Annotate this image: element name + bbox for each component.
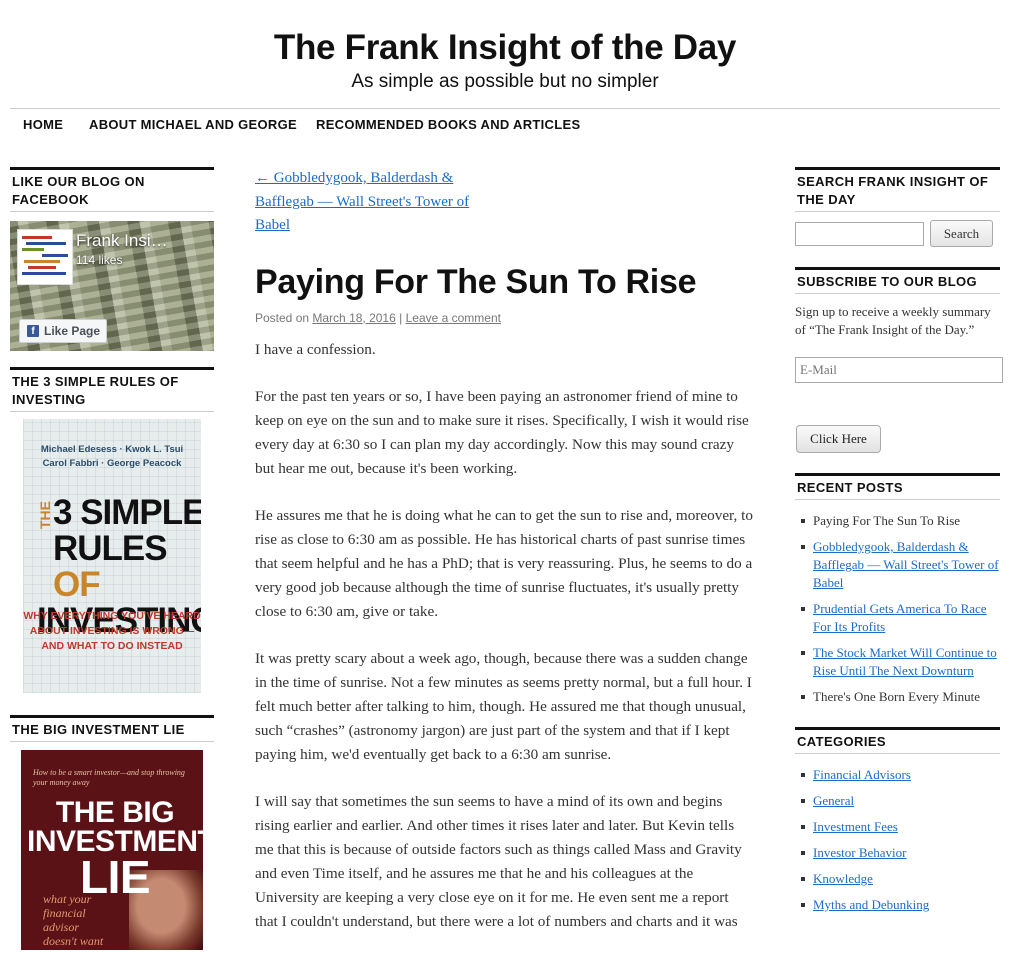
categories-widget: CATEGORIES Financial Advisors General In… <box>795 727 1000 922</box>
cover-subtitle: WHY EVERYTHING YOU'VE HEARD ABOUT INVEST… <box>23 610 201 652</box>
facebook-widget-title: LIKE OUR BLOG ON FACEBOOK <box>10 167 214 212</box>
categories-title: CATEGORIES <box>795 727 1000 754</box>
previous-post-link[interactable]: ← Gobbledygook, Balderdash & Bafflegab —… <box>255 167 485 238</box>
subscribe-description: Sign up to receive a weekly summary of “… <box>795 304 991 337</box>
recent-post-item[interactable]: Paying For The Sun To Rise <box>795 512 1000 530</box>
nav-item-home[interactable]: HOME <box>23 117 63 132</box>
facebook-icon: f <box>27 325 39 337</box>
post-paragraph: I have a confession. <box>255 340 376 358</box>
recent-post-item[interactable]: There's One Born Every Minute <box>795 688 1000 706</box>
cover-the: THE <box>37 501 53 529</box>
category-item[interactable]: Myths and Debunking <box>795 896 1000 914</box>
post-paragraph: For the past ten years or so, I have bee… <box>255 387 749 477</box>
recent-post-item[interactable]: Gobbledygook, Balderdash & Bafflegab — W… <box>795 538 1000 592</box>
search-input[interactable] <box>795 222 924 246</box>
recent-posts-title: RECENT POSTS <box>795 473 1000 500</box>
book-widget-title: THE 3 SIMPLE RULES OF INVESTING <box>10 367 214 412</box>
facebook-widget: LIKE OUR BLOG ON FACEBOOK Frank Insi… 11… <box>10 167 214 351</box>
site-title[interactable]: The Frank Insight of the Day <box>0 28 1010 68</box>
category-item[interactable]: Investment Fees <box>795 818 1000 836</box>
email-field[interactable] <box>795 357 1003 383</box>
subscribe-widget-title: SUBSCRIBE TO OUR BLOG <box>795 267 1000 294</box>
book-widget-title: THE BIG INVESTMENT LIE <box>10 715 214 742</box>
post-article: ← Gobbledygook, Balderdash & Bafflegab —… <box>255 167 755 957</box>
search-widget-title: SEARCH FRANK INSIGHT OF THE DAY <box>795 167 1000 212</box>
facebook-page-thumbnail[interactable] <box>17 229 73 285</box>
like-page-label: Like Page <box>44 324 101 338</box>
category-item[interactable]: Knowledge <box>795 870 1000 888</box>
categories-list: Financial Advisors General Investment Fe… <box>795 766 1000 914</box>
search-widget: SEARCH FRANK INSIGHT OF THE DAY <box>795 167 1000 212</box>
cover-subtitle: what your financial advisor doesn't want… <box>43 892 104 950</box>
subscribe-widget: SUBSCRIBE TO OUR BLOG Sign up to receive… <box>795 267 1000 339</box>
recent-posts-list: Paying For The Sun To Rise Gobbledygook,… <box>795 512 1000 706</box>
book-widget-3-simple-rules: THE 3 SIMPLE RULES OF INVESTING Michael … <box>10 367 214 693</box>
book-cover-big-investment-lie[interactable]: How to be a smart investor—and stop thro… <box>21 750 203 950</box>
facebook-page-name[interactable]: Frank Insi… <box>76 231 168 251</box>
post-paragraph: I will say that sometimes the sun seems … <box>255 792 742 930</box>
nav-item-recommended-books[interactable]: RECOMMENDED BOOKS AND ARTICLES <box>316 117 580 132</box>
category-item[interactable]: Financial Advisors <box>795 766 1000 784</box>
cover-tagline: How to be a smart investor—and stop thro… <box>33 768 185 787</box>
cover-title: THE BIG INVESTMENT LIE <box>27 796 203 903</box>
post-title: Paying For The Sun To Rise <box>255 262 697 301</box>
post-meta: Posted on March 18, 2016 | Leave a comme… <box>255 311 755 325</box>
nav-item-about[interactable]: ABOUT MICHAEL AND GEORGE <box>89 117 297 132</box>
posted-on-label: Posted on <box>255 310 310 325</box>
category-item[interactable]: General <box>795 792 1000 810</box>
recent-posts-widget: RECENT POSTS Paying For The Sun To Rise … <box>795 473 1000 714</box>
facebook-page-plugin[interactable]: Frank Insi… 114 likes f Like Page <box>10 221 214 351</box>
leave-comment-link[interactable]: Leave a comment <box>406 311 501 325</box>
book-cover-3-simple-rules[interactable]: Michael Edesess · Kwok L. Tsui Carol Fab… <box>23 419 201 693</box>
post-date-link[interactable]: March 18, 2016 <box>312 311 395 325</box>
post-paragraph: It was pretty scary about a week ago, th… <box>255 649 752 763</box>
search-button[interactable]: Search <box>930 220 993 247</box>
post-paragraph: He assures me that he is doing what he c… <box>255 506 753 620</box>
post-content: I have a confession. For the past ten ye… <box>255 338 755 934</box>
subscribe-button[interactable]: Click Here <box>796 425 881 453</box>
book-authors: Michael Edesess · Kwok L. Tsui Carol Fab… <box>40 444 184 469</box>
recent-post-item[interactable]: The Stock Market Will Continue to Rise U… <box>795 644 1000 680</box>
site-description: As simple as possible but no simpler <box>351 71 659 92</box>
facebook-like-count: 114 likes <box>76 253 123 267</box>
meta-separator: | <box>399 310 403 325</box>
category-item[interactable]: Investor Behavior <box>795 844 1000 862</box>
main-navigation: HOME ABOUT MICHAEL AND GEORGE RECOMMENDE… <box>10 108 1000 149</box>
book-widget-big-investment-lie: THE BIG INVESTMENT LIE How to be a smart… <box>10 715 214 950</box>
facebook-like-page-button[interactable]: f Like Page <box>19 319 107 343</box>
recent-post-item[interactable]: Prudential Gets America To Race For Its … <box>795 600 1000 636</box>
